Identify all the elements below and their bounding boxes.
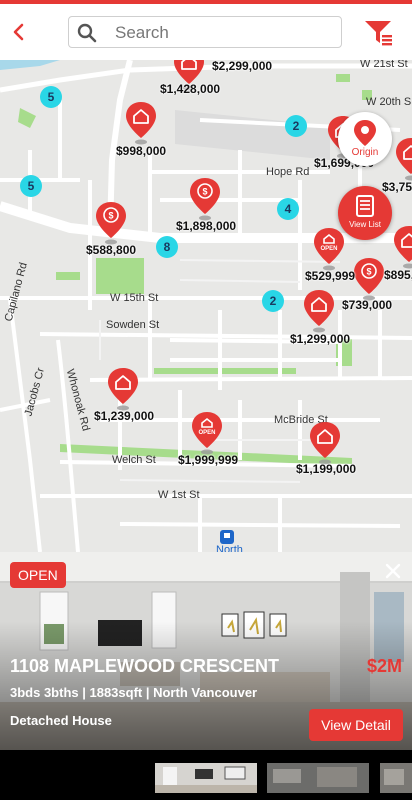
thumbnail-image	[380, 763, 412, 793]
thumbnail-image	[155, 763, 257, 793]
listing-price: $2,299,000	[212, 60, 273, 73]
listing-price: $998,000	[116, 144, 167, 158]
listing-price: $1,428,000	[160, 82, 221, 96]
listing-card[interactable]: OPEN 1108 MAPLEWOOD CRESCENT $2M 3bds 3b…	[0, 552, 412, 750]
street-label: W 20th S	[366, 96, 412, 108]
listing-pin[interactable]: $	[352, 256, 386, 302]
map-view[interactable]: W 21st St W 20th S Hope Rd W 15th St Sow…	[0, 60, 412, 552]
street-label: W 21st St	[360, 60, 408, 70]
cluster-marker[interactable]: 2	[262, 290, 284, 312]
origin-label: Origin	[351, 147, 379, 158]
thumbnail-image	[267, 763, 369, 793]
listing-price: $1,199,000	[296, 462, 357, 476]
street-label: Sowden St	[106, 319, 160, 331]
listing-card-price: $2M	[366, 656, 402, 676]
location-pin-icon	[354, 120, 376, 146]
chevron-left-icon	[13, 23, 24, 41]
thumbnail[interactable]	[155, 763, 257, 793]
open-badge: OPEN	[10, 562, 66, 588]
street-label: Hope Rd	[266, 166, 310, 178]
cluster-marker[interactable]: 8	[156, 236, 178, 258]
thumbnail[interactable]	[380, 763, 412, 793]
list-icon	[356, 195, 374, 217]
street-label: Welch St	[112, 454, 156, 466]
listing-price: $739,000	[342, 298, 393, 312]
street-label: W 15th St	[110, 292, 159, 304]
listing-pin[interactable]: OPEN	[190, 410, 224, 456]
filter-icon	[365, 21, 392, 46]
cluster-marker[interactable]: 4	[277, 198, 299, 220]
listing-price: $895,	[384, 268, 412, 282]
listing-pin[interactable]	[124, 100, 158, 146]
header-bar	[0, 4, 412, 60]
listing-pin[interactable]	[394, 136, 412, 182]
street-label: W 1st St	[158, 489, 200, 501]
cluster-marker[interactable]: 5	[40, 86, 62, 108]
back-button[interactable]	[6, 18, 32, 46]
listing-pin[interactable]: $	[94, 200, 128, 246]
listing-address: 1108 MAPLEWOOD CRESCENT	[10, 656, 280, 676]
listing-pin[interactable]	[308, 420, 342, 466]
listing-details: 3bds 3bths | 1883sqft | North Vancouver	[10, 685, 258, 700]
view-list-label: View List	[349, 220, 381, 229]
listing-pin[interactable]	[106, 366, 140, 412]
listing-price: $1,999,999	[178, 453, 239, 467]
search-icon	[77, 23, 97, 43]
thumbnail[interactable]	[267, 763, 369, 793]
origin-button[interactable]: Origin	[338, 112, 392, 166]
svg-text:$: $	[108, 211, 113, 221]
listing-price: $529,999	[305, 269, 356, 283]
listing-price: $1,299,000	[290, 332, 351, 346]
search-box[interactable]	[68, 16, 342, 48]
search-input[interactable]	[113, 20, 337, 46]
svg-text:OPEN: OPEN	[198, 430, 215, 436]
view-list-button[interactable]: View List	[338, 186, 392, 240]
close-icon	[385, 563, 401, 579]
listing-pin[interactable]: $	[188, 176, 222, 222]
listing-pin[interactable]: OPEN	[312, 226, 346, 272]
close-button[interactable]	[382, 560, 404, 582]
listing-price: $588,800	[86, 243, 137, 257]
listing-pin[interactable]	[392, 224, 412, 270]
filter-button[interactable]	[362, 16, 394, 48]
street-label: North	[216, 544, 243, 552]
svg-text:OPEN: OPEN	[320, 246, 337, 252]
svg-text:$: $	[366, 267, 371, 277]
listing-pin[interactable]	[302, 288, 336, 334]
listing-price: $1,239,000	[94, 409, 155, 423]
cluster-marker[interactable]: 5	[20, 175, 42, 197]
cluster-marker[interactable]: 2	[285, 115, 307, 137]
property-type: Detached House	[10, 713, 112, 728]
listing-price: $1,898,000	[176, 219, 237, 233]
thumbnail-strip	[0, 750, 412, 800]
svg-text:$: $	[202, 187, 207, 197]
view-detail-button[interactable]: View Detail	[309, 709, 403, 741]
